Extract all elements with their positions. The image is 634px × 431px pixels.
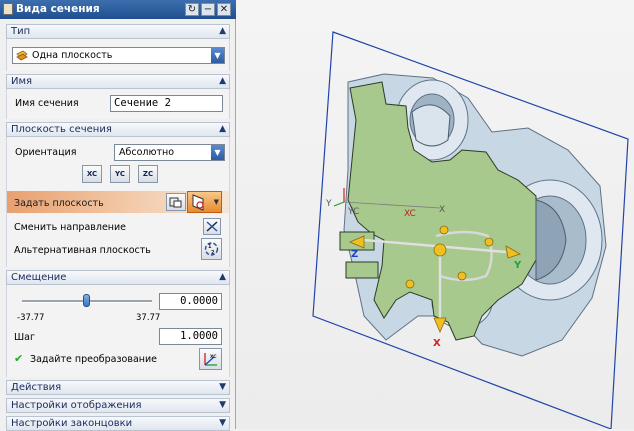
section-view-dialog: Вида сечения ↻ − ✕ Тип ▲ Одна плоскость … bbox=[0, 0, 236, 431]
section-type-body: Одна плоскость ▼ bbox=[6, 39, 230, 71]
chevron-down-icon[interactable]: ▼ bbox=[211, 145, 224, 160]
plane-select-icon bbox=[192, 194, 204, 211]
chevron-down-icon[interactable]: ▼ bbox=[211, 48, 224, 63]
section-cavity bbox=[411, 104, 451, 147]
section-display-label: Настройки отображения bbox=[11, 400, 142, 411]
rotate-handle-bottom[interactable] bbox=[457, 271, 467, 281]
chevron-up-icon: ▲ bbox=[219, 272, 226, 282]
section-offset-header[interactable]: Смещение ▲ bbox=[6, 270, 230, 285]
section-name-label: Имя bbox=[11, 76, 33, 87]
section-display-header[interactable]: Настройки отображения ▼ bbox=[6, 398, 230, 413]
step-label: Шаг bbox=[14, 332, 35, 343]
svg-text:XC: XC bbox=[210, 354, 217, 360]
section-actions-label: Действия bbox=[11, 382, 62, 393]
xc-axis-label: XC bbox=[404, 209, 416, 219]
type-dropdown[interactable]: Одна плоскость ▼ bbox=[12, 47, 225, 64]
chevron-down-icon: ▼ bbox=[219, 382, 226, 392]
reset-icon[interactable]: ↻ bbox=[185, 3, 199, 16]
rotate-handle-left[interactable] bbox=[405, 279, 415, 289]
z-handle-label: Z bbox=[351, 249, 358, 260]
section-offset-label: Смещение bbox=[11, 272, 67, 283]
section-name-body: Имя сечения Сечение 2 bbox=[6, 89, 230, 119]
offset-value: 0.0000 bbox=[180, 295, 218, 307]
transform-csys-icon[interactable]: XC bbox=[199, 348, 222, 370]
left-lug-lower bbox=[345, 261, 379, 279]
flip-direction-icon[interactable] bbox=[203, 218, 221, 235]
yc-axis-button[interactable]: YC bbox=[110, 165, 130, 183]
close-icon[interactable]: ✕ bbox=[217, 3, 231, 16]
chevron-up-icon: ▲ bbox=[219, 76, 226, 86]
orientation-dropdown[interactable]: Абсолютно ▼ bbox=[114, 144, 225, 161]
rotate-handle-right[interactable] bbox=[484, 237, 494, 247]
section-name-field-label: Имя сечения bbox=[15, 98, 79, 109]
single-plane-icon bbox=[16, 50, 28, 61]
section-name-header[interactable]: Имя ▲ bbox=[6, 74, 230, 89]
transform-label: Задайте преобразование bbox=[30, 354, 157, 365]
section-plane-header[interactable]: Плоскость сечения ▲ bbox=[6, 122, 230, 137]
check-icon: ✔ bbox=[14, 352, 24, 365]
y-axis-label: Y bbox=[325, 199, 332, 209]
dialog-titlebar[interactable]: Вида сечения ↻ − ✕ bbox=[0, 0, 236, 19]
section-name-input-value: Сечение 2 bbox=[114, 97, 171, 109]
x-axis-label-top: X bbox=[439, 205, 445, 215]
x-handle-arrow[interactable] bbox=[433, 317, 447, 334]
alternate-plane-label: Альтернативная плоскость bbox=[14, 245, 151, 256]
chevron-down-icon: ▼ bbox=[219, 418, 226, 428]
yc-axis-label: YC bbox=[347, 207, 359, 217]
step-value: 1.0000 bbox=[180, 330, 218, 342]
section-actions-header[interactable]: Действия ▼ bbox=[6, 380, 230, 395]
minimize-icon[interactable]: − bbox=[201, 3, 215, 16]
chevron-down-icon[interactable]: ▼ bbox=[214, 198, 219, 206]
chevron-down-icon: ▼ bbox=[219, 400, 226, 410]
plane-selector-button[interactable]: ▼ bbox=[187, 191, 222, 213]
slider-max-label: 37.77 bbox=[136, 313, 161, 323]
offset-slider-thumb[interactable] bbox=[83, 294, 90, 307]
flip-direction-label: Сменить направление bbox=[14, 222, 127, 233]
step-value-input[interactable]: 1.0000 bbox=[159, 328, 222, 345]
graphics-viewport[interactable]: Y YC XC X Z Y X bbox=[236, 0, 634, 429]
datum-y-axis bbox=[333, 201, 345, 207]
orientation-label: Ориентация bbox=[15, 147, 77, 158]
section-type-header[interactable]: Тип ▲ bbox=[6, 24, 230, 39]
chevron-up-icon: ▲ bbox=[219, 26, 226, 36]
dialog-title: Вида сечения bbox=[16, 3, 100, 15]
section-cap-label: Настройки законцовки bbox=[11, 418, 133, 429]
alternate-plane-icon[interactable]: 12 bbox=[201, 238, 222, 260]
plane-dialog-icon[interactable] bbox=[166, 193, 186, 211]
specify-plane-label: Задать плоскость bbox=[14, 198, 104, 209]
offset-value-input[interactable]: 0.0000 bbox=[159, 293, 222, 310]
svg-text:2: 2 bbox=[211, 250, 215, 256]
dialog-app-icon bbox=[3, 3, 13, 15]
origin-handle[interactable] bbox=[433, 243, 447, 257]
xc-axis-button[interactable]: XC bbox=[82, 165, 102, 183]
y-handle-label: Y bbox=[513, 260, 522, 271]
zc-axis-button[interactable]: ZC bbox=[138, 165, 158, 183]
section-plane-label: Плоскость сечения bbox=[11, 124, 112, 135]
section-name-input[interactable]: Сечение 2 bbox=[110, 95, 223, 112]
rotate-handle-top[interactable] bbox=[439, 225, 449, 235]
chevron-up-icon: ▲ bbox=[219, 124, 226, 134]
section-type-label: Тип bbox=[11, 26, 31, 37]
orientation-value: Абсолютно bbox=[119, 147, 175, 158]
section-view-scene[interactable]: Y YC XC X Z Y X bbox=[236, 0, 634, 429]
type-dropdown-value: Одна плоскость bbox=[32, 50, 113, 61]
slider-min-label: -37.77 bbox=[17, 313, 45, 323]
x-handle-label: X bbox=[433, 338, 441, 349]
